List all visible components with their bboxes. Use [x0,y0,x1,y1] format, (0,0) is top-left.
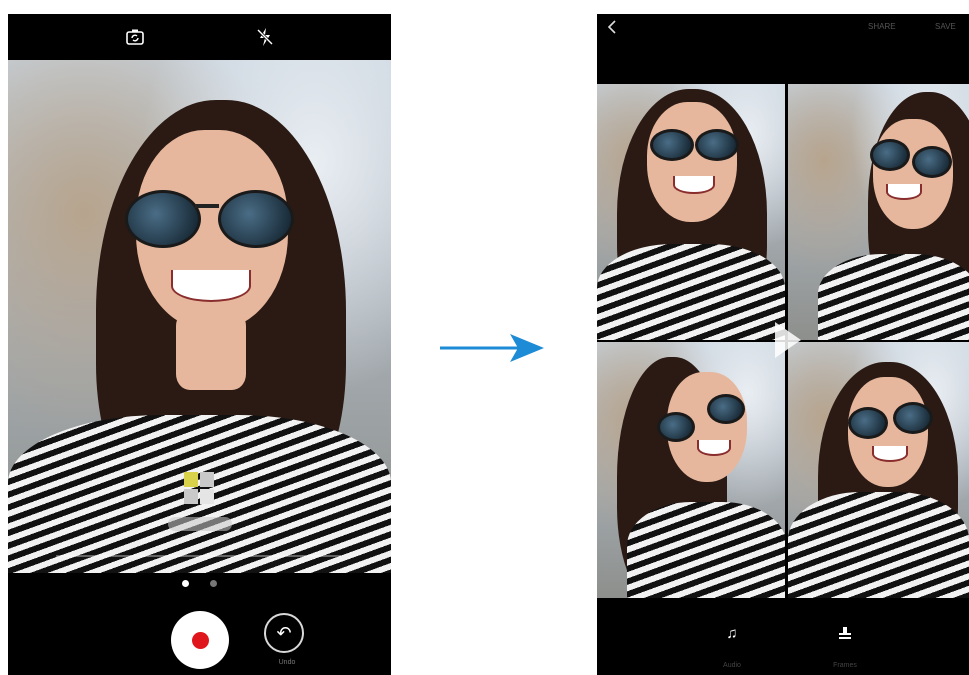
thumbnail-caption [168,517,232,531]
page-indicator[interactable] [210,580,217,587]
viewfinder[interactable] [8,60,391,573]
timeline-bar [56,555,341,557]
preview-top-bar: SHARE SAVE [597,14,969,84]
camera-top-bar [8,14,391,60]
collage-tile-4[interactable] [788,342,969,598]
transition-arrow-icon [440,334,544,362]
collage-tile-2[interactable] [788,84,969,340]
undo-button[interactable]: ↶ [264,613,304,653]
page-indicator-active[interactable] [182,580,189,587]
collage-tile-3[interactable] [597,342,785,598]
collage-preview-screen: SHARE SAVE ♫ Audio Frames [597,14,969,675]
record-button[interactable] [171,611,229,669]
play-icon[interactable] [775,322,801,358]
undo-label: Undo [278,659,296,666]
frames-icon[interactable] [830,618,860,648]
frames-label: Frames [833,662,857,669]
collage-thumbnail[interactable] [184,472,214,504]
preview-toolbar: ♫ Audio Frames [597,598,969,675]
chevron-left-icon[interactable] [601,16,623,38]
music-note-icon[interactable]: ♫ [717,618,747,648]
camera-screen: ↶ Undo [8,14,391,675]
collage-grid[interactable] [597,84,969,598]
save-button[interactable]: SAVE [935,22,956,31]
record-dot-icon [191,631,209,649]
undo-icon: ↶ [276,622,292,643]
switch-camera-icon[interactable] [122,25,148,49]
flash-off-icon[interactable] [252,25,278,49]
collage-tile-1[interactable] [597,84,785,340]
audio-label: Audio [723,662,741,669]
share-button[interactable]: SHARE [868,22,896,31]
